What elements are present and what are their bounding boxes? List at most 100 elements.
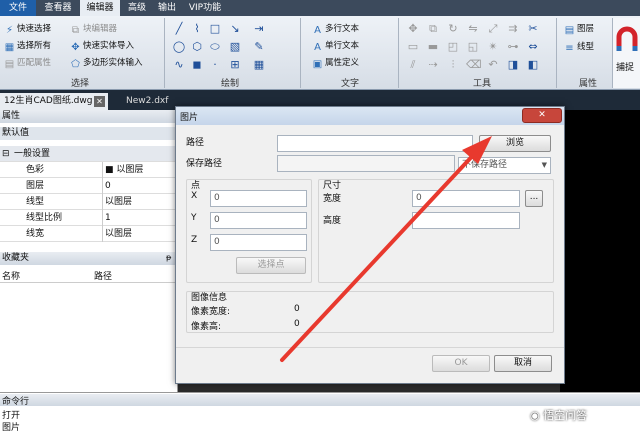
menu-output[interactable]: 输出 <box>154 0 180 16</box>
entity-import-icon: ✥ <box>71 42 80 53</box>
ellipse-tool-icon[interactable]: ⬭ <box>208 40 222 54</box>
browse-button[interactable]: 浏览 <box>479 135 551 152</box>
y-label: Y <box>191 213 197 223</box>
quick-select-button[interactable]: ⚡ 快速选择 <box>4 22 51 37</box>
save-path-select[interactable]: 不保存路径 ▼ <box>458 157 551 174</box>
match-props-button[interactable]: ▤ 匹配属性 <box>4 56 51 71</box>
property-value[interactable]: ■ 以图层 <box>102 162 178 178</box>
polygon-entity-input-button[interactable]: ⬠ 多边形实体输入 <box>70 56 142 71</box>
pick-point-button[interactable]: 选择点 <box>236 257 306 274</box>
arc-tool-icon[interactable]: ↘ <box>228 22 242 36</box>
undo-tool-icon[interactable]: ↶ <box>486 58 500 72</box>
image-info-group <box>186 291 554 333</box>
cancel-button[interactable]: 取消 <box>494 355 552 372</box>
collapse-icon[interactable]: ⊟ <box>2 146 10 162</box>
single-line-text-button[interactable]: A 单行文本 <box>312 39 359 54</box>
capture-panel[interactable]: 捕捉 <box>612 18 640 88</box>
join-tool-icon[interactable]: ⊶ <box>506 40 520 54</box>
toggle-tool-icon[interactable]: ◧ <box>526 58 540 72</box>
height-input[interactable] <box>412 212 520 229</box>
point-tool-icon[interactable]: · <box>208 58 222 72</box>
break-tool-icon[interactable]: ⫽ <box>406 58 420 72</box>
group-separator <box>556 18 557 88</box>
offset-tool-icon[interactable]: ⇉ <box>506 22 520 36</box>
rectangle-tool-icon[interactable]: □ <box>208 22 222 36</box>
property-value[interactable]: 以图层 <box>102 194 178 210</box>
brush-tool-icon[interactable]: ✎ <box>252 40 266 54</box>
dialog-close-button[interactable]: ✕ <box>522 108 562 123</box>
drawing-canvas[interactable] <box>560 110 640 392</box>
mirror-tool-icon[interactable]: ⇋ <box>466 22 480 36</box>
menu-vip[interactable]: VIP功能 <box>184 0 226 16</box>
menu-advanced[interactable]: 高级 <box>124 0 150 16</box>
property-row[interactable]: 图层 0 <box>0 178 178 194</box>
align-tool-icon[interactable]: ⫶ <box>446 58 460 72</box>
save-path-input[interactable] <box>277 155 455 172</box>
attribute-def-button[interactable]: ▣ 属性定义 <box>312 56 359 71</box>
close-tab-icon[interactable]: ✕ <box>94 96 105 107</box>
quick-entity-import-button[interactable]: ✥ 快速实体导入 <box>70 39 134 54</box>
explode-tool-icon[interactable]: ✴ <box>486 40 500 54</box>
menu-file[interactable]: 文件 <box>0 0 36 16</box>
copy-tool-icon[interactable]: ⧉ <box>426 22 440 36</box>
polyline-tool-icon[interactable]: ⌇ <box>190 22 204 36</box>
quick-entity-import-label: 快速实体导入 <box>83 41 135 51</box>
trim-tool-icon[interactable]: ✂ <box>526 22 540 36</box>
scale-tool-icon[interactable]: ⤢ <box>486 22 500 36</box>
insert-image-icon[interactable]: ▧ <box>228 40 242 54</box>
dimension-tool-icon[interactable]: ⇥ <box>252 22 266 36</box>
x-input[interactable]: 0 <box>210 190 307 207</box>
y-input[interactable]: 0 <box>210 212 307 229</box>
linetype-button[interactable]: ≡ 线型 <box>564 40 594 55</box>
ok-button[interactable]: OK <box>432 355 490 372</box>
tab-new2-dxf[interactable]: New2.dxf <box>122 93 172 110</box>
multiline-text-button[interactable]: A 多行文本 <box>312 22 359 37</box>
rotate-tool-icon[interactable]: ↻ <box>446 22 460 36</box>
array-tool-icon[interactable]: ▭ <box>406 40 420 54</box>
line-tool-icon[interactable]: ╱ <box>172 22 186 36</box>
favorites-col-name[interactable]: 名称 <box>2 269 20 282</box>
tab-zodiac-dwg[interactable]: 12生肖CAD图纸.dwg ✕ <box>0 93 108 110</box>
z-input[interactable]: 0 <box>210 234 307 251</box>
hatch-tool-icon[interactable]: ◼ <box>190 58 204 72</box>
property-value[interactable]: 以图层 <box>102 226 178 242</box>
menu-editor[interactable]: 编辑器 <box>80 0 120 16</box>
property-value[interactable]: 1 <box>102 210 178 226</box>
grid-tool-icon[interactable]: ▦ <box>252 58 266 72</box>
property-row[interactable]: 线型 以图层 <box>0 194 178 210</box>
pixel-height-value: 0 <box>294 319 300 329</box>
circle-tool-icon[interactable]: ◯ <box>172 40 186 54</box>
property-row[interactable]: 线宽 以图层 <box>0 226 178 242</box>
path-input[interactable] <box>277 135 473 152</box>
select-all-button[interactable]: ▦ 选择所有 <box>4 39 51 54</box>
fillet-tool-icon[interactable]: ◰ <box>446 40 460 54</box>
table-tool-icon[interactable]: ⊞ <box>228 58 242 72</box>
section-general[interactable]: ⊟ 一般设置 <box>0 146 178 162</box>
layer-button[interactable]: ▤ 图层 <box>564 22 594 37</box>
erase-tool-icon[interactable]: ⌫ <box>466 58 482 72</box>
match-props-label: 匹配属性 <box>17 58 52 68</box>
chamfer-tool-icon[interactable]: ◱ <box>466 40 480 54</box>
ribbon: ⚡ 快速选择 ▦ 选择所有 ▤ 匹配属性 ⧉ 块编辑器 ✥ 快速实体导入 ⬠ 多边形实体输入… <box>0 16 640 90</box>
properties-default[interactable]: 默认值 <box>0 127 178 140</box>
properties-title: 属性 <box>0 110 178 123</box>
dialog-titlebar[interactable]: 图片 ✕ <box>176 107 564 125</box>
menu-viewer[interactable]: 查看器 <box>40 0 76 16</box>
extend-tool-icon[interactable]: ⇢ <box>426 58 440 72</box>
color-tool-icon[interactable]: ◨ <box>506 58 520 72</box>
width-input[interactable]: 0 <box>412 190 520 207</box>
polygon-tool-icon[interactable]: ⬡ <box>190 40 204 54</box>
property-row[interactable]: 色彩 ■ 以图层 <box>0 162 178 178</box>
block-editor-button[interactable]: ⧉ 块编辑器 <box>70 22 117 37</box>
move-tool-icon[interactable]: ✥ <box>406 22 420 36</box>
favorites-col-path[interactable]: 路径 <box>94 269 112 282</box>
measure-tool-icon[interactable]: ⇔ <box>526 40 540 54</box>
property-row[interactable]: 线型比例 1 <box>0 210 178 226</box>
group-separator <box>300 18 301 88</box>
property-value[interactable]: 0 <box>102 178 178 194</box>
stretch-tool-icon[interactable]: ▬ <box>426 40 440 54</box>
width-ellipsis-button[interactable]: ... <box>525 190 543 207</box>
text-icon: A <box>314 42 321 53</box>
pin-icon[interactable]: ᵽ <box>166 253 171 262</box>
spline-tool-icon[interactable]: ∿ <box>172 58 186 72</box>
